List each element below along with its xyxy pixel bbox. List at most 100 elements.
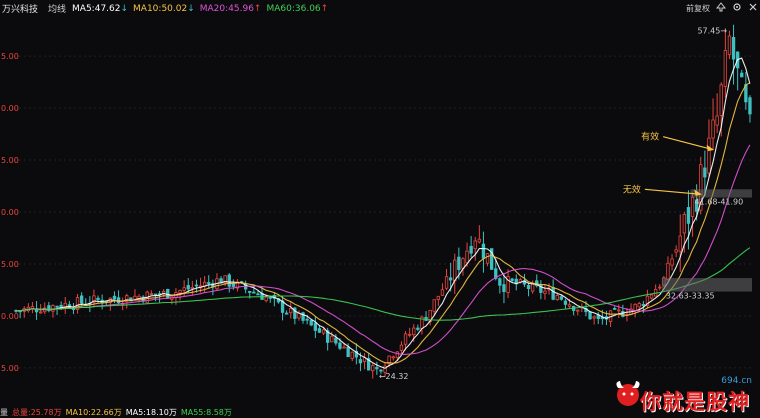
candle bbox=[666, 262, 670, 281]
candle bbox=[227, 274, 231, 287]
candle bbox=[448, 277, 453, 281]
candle bbox=[461, 258, 465, 269]
indicator-tab[interactable]: 均线 bbox=[48, 2, 66, 15]
candle bbox=[182, 287, 186, 291]
candle bbox=[186, 285, 190, 290]
candle bbox=[711, 119, 715, 139]
candle bbox=[416, 327, 420, 330]
candle bbox=[559, 296, 564, 300]
candle bbox=[612, 308, 617, 310]
candle bbox=[473, 240, 477, 250]
volume-ma5: MA5:18.10万 bbox=[125, 408, 177, 417]
candle bbox=[289, 308, 293, 314]
candle bbox=[248, 291, 252, 293]
gear-icon[interactable] bbox=[732, 2, 742, 16]
y-tick-label: 0.00 bbox=[1, 208, 19, 217]
candle bbox=[588, 311, 592, 320]
candle bbox=[444, 276, 449, 289]
candle bbox=[207, 282, 211, 284]
annotation-arrow bbox=[662, 136, 714, 151]
candle bbox=[268, 296, 272, 299]
candle bbox=[551, 287, 555, 300]
candle bbox=[55, 305, 59, 308]
candle bbox=[477, 238, 482, 243]
candle bbox=[407, 333, 412, 336]
candle bbox=[658, 286, 662, 289]
support-zone bbox=[661, 278, 752, 292]
candle bbox=[576, 309, 580, 312]
candle bbox=[592, 316, 596, 319]
candle bbox=[690, 196, 695, 217]
candle bbox=[543, 290, 547, 294]
candle bbox=[723, 50, 728, 87]
annotation-label: 无效 bbox=[623, 183, 641, 195]
close-icon[interactable] bbox=[748, 2, 758, 16]
candle bbox=[740, 72, 744, 78]
ma-line-ma20 bbox=[16, 144, 751, 355]
watermark-domain: 694.cn bbox=[721, 376, 752, 386]
y-tick-label: 5.00 bbox=[1, 156, 19, 165]
y-tick-label: 5.00 bbox=[1, 364, 19, 373]
candle bbox=[555, 295, 559, 301]
candle bbox=[79, 295, 84, 304]
site-watermark: 694.cn 你就是股神 bbox=[610, 372, 760, 418]
candle bbox=[112, 295, 117, 300]
candle bbox=[403, 333, 408, 345]
candle bbox=[526, 285, 531, 290]
candle bbox=[342, 346, 346, 349]
arrow-up-icon[interactable] bbox=[715, 2, 727, 16]
y-tick-label: 0.00 bbox=[1, 312, 19, 321]
volume-ma55: MA55:8.58万 bbox=[180, 408, 232, 417]
candle bbox=[317, 328, 322, 333]
volume-total: 总量:25.78万 bbox=[12, 408, 62, 417]
candle bbox=[391, 356, 395, 359]
candle bbox=[731, 37, 736, 60]
candle bbox=[38, 311, 43, 314]
candle bbox=[432, 299, 436, 312]
candle bbox=[116, 297, 121, 304]
candlestick-chart[interactable]: 5.00 0.00 5.00 0.00 5.00 0.00 5.00 32.63-33.35 4… bbox=[0, 17, 760, 407]
candle bbox=[346, 346, 350, 358]
y-tick-label: 5.00 bbox=[1, 52, 19, 61]
annotation-label: 有效 bbox=[641, 131, 659, 143]
candle bbox=[309, 320, 313, 326]
candle bbox=[678, 235, 682, 252]
candle bbox=[498, 278, 502, 286]
volume-ma10: MA10:22.66万 bbox=[65, 408, 122, 417]
candle bbox=[649, 294, 654, 299]
candle bbox=[682, 214, 687, 234]
candle bbox=[256, 293, 260, 296]
candle bbox=[633, 303, 637, 312]
stock-chart-window: 万兴科技 均线 MA5:47.62↓ MA10:50.02↓ MA20:45.9… bbox=[0, 0, 760, 418]
candle bbox=[412, 327, 416, 336]
watermark-brand: 你就是股神 bbox=[640, 390, 750, 414]
max-price-label: 57.45→ bbox=[697, 27, 727, 36]
min-price-label: ←24.32 bbox=[379, 372, 409, 381]
candle bbox=[194, 284, 199, 287]
candle bbox=[334, 337, 338, 344]
ma-line-ma5 bbox=[16, 57, 751, 369]
ma5-value: MA5:47.62↓ bbox=[72, 3, 129, 14]
candle bbox=[436, 295, 441, 300]
candle bbox=[469, 245, 473, 254]
restore-mode-button[interactable]: 前复权 bbox=[686, 3, 710, 15]
header-controls: 前复权 bbox=[686, 2, 758, 16]
candle bbox=[510, 278, 514, 281]
candle bbox=[96, 297, 100, 301]
candle bbox=[727, 35, 732, 55]
ma20-value: MA20:45.96↑ bbox=[199, 3, 262, 14]
candle bbox=[313, 322, 318, 331]
chart-header: 万兴科技 均线 MA5:47.62↓ MA10:50.02↓ MA20:45.9… bbox=[0, 0, 760, 17]
candle bbox=[358, 359, 363, 364]
candle bbox=[670, 258, 674, 266]
candle bbox=[481, 243, 486, 259]
candle bbox=[399, 344, 404, 351]
candle bbox=[395, 351, 400, 359]
candle bbox=[641, 304, 646, 306]
candle bbox=[465, 250, 469, 264]
zone-label: 41.68-41.90 bbox=[695, 198, 744, 207]
candle bbox=[252, 291, 256, 294]
candle bbox=[375, 367, 379, 370]
ma10-value: MA10:50.02↓ bbox=[133, 3, 195, 14]
candle bbox=[153, 293, 158, 296]
